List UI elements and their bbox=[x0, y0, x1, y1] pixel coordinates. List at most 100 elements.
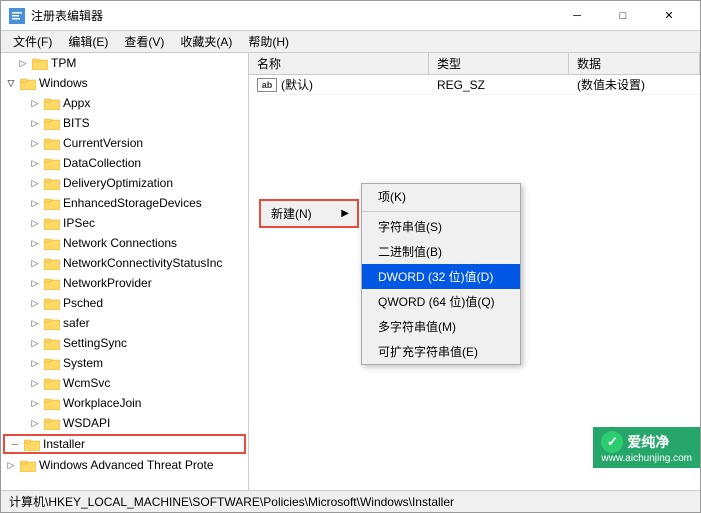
tree-label: BITS bbox=[63, 116, 90, 130]
folder-icon bbox=[44, 396, 60, 410]
tree-item-safer[interactable]: ▷ safer bbox=[1, 313, 248, 333]
submenu-item-dword[interactable]: DWORD (32 位)值(D) bbox=[362, 264, 520, 289]
folder-icon bbox=[20, 458, 36, 472]
folder-icon bbox=[32, 56, 48, 70]
tree-item-enhancedstoragedevices[interactable]: ▷ EnhancedStorageDevices bbox=[1, 193, 248, 213]
window-controls: ─ □ ✕ bbox=[554, 1, 692, 31]
folder-icon bbox=[44, 196, 60, 210]
tree-item-bits[interactable]: ▷ BITS bbox=[1, 113, 248, 133]
tree-item-ipsec[interactable]: ▷ IPSec bbox=[1, 213, 248, 233]
tree-label: Network Connections bbox=[63, 236, 177, 250]
submenu-item-qword[interactable]: QWORD (64 位)值(Q) bbox=[362, 289, 520, 314]
menu-view[interactable]: 查看(V) bbox=[116, 31, 172, 52]
tree-label: Installer bbox=[43, 437, 85, 451]
submenu-item-multistring[interactable]: 多字符串值(M) bbox=[362, 314, 520, 339]
folder-icon bbox=[44, 316, 60, 330]
expand-icon[interactable]: ▷ bbox=[17, 57, 29, 69]
table-row[interactable]: ab (默认) REG_SZ (数值未设置) bbox=[249, 75, 700, 95]
expand-icon[interactable]: ▷ bbox=[29, 337, 41, 349]
tree-label: CurrentVersion bbox=[63, 136, 143, 150]
tree-item-wcmsvc[interactable]: ▷ WcmSvc bbox=[1, 373, 248, 393]
tree-item-networkconnectivitystatusinc[interactable]: ▷ NetworkConnectivityStatusInc bbox=[1, 253, 248, 273]
menu-edit[interactable]: 编辑(E) bbox=[60, 31, 116, 52]
expand-icon[interactable]: ▷ bbox=[29, 117, 41, 129]
tree-label: WorkplaceJoin bbox=[63, 396, 141, 410]
tree-label: DeliveryOptimization bbox=[63, 176, 173, 190]
expand-icon[interactable]: ▷ bbox=[29, 157, 41, 169]
tree-item-wsdapi[interactable]: ▷ WSDAPI bbox=[1, 413, 248, 433]
close-button[interactable]: ✕ bbox=[646, 1, 692, 31]
tree-label: WSDAPI bbox=[63, 416, 110, 430]
submenu-divider bbox=[362, 211, 520, 212]
watermark-logo: ✓ 爱纯净 bbox=[601, 431, 692, 453]
tree-item-windowsadvancedthreatprote[interactable]: ▷ Windows Advanced Threat Prote bbox=[1, 455, 248, 475]
window-title: 注册表编辑器 bbox=[31, 7, 554, 24]
submenu-item-string[interactable]: 字符串值(S) bbox=[362, 214, 520, 239]
expand-icon[interactable]: ▷ bbox=[29, 297, 41, 309]
expand-icon[interactable]: ▷ bbox=[29, 357, 41, 369]
expand-icon[interactable]: ▷ bbox=[29, 137, 41, 149]
tree-item-installer[interactable]: ─ Installer bbox=[3, 434, 246, 454]
folder-icon bbox=[44, 336, 60, 350]
folder-icon bbox=[44, 356, 60, 370]
menu-file[interactable]: 文件(F) bbox=[5, 31, 60, 52]
folder-icon bbox=[44, 156, 60, 170]
cell-name: ab (默认) bbox=[249, 75, 429, 94]
tree-item-appx[interactable]: ▷ Appx bbox=[1, 93, 248, 113]
expand-icon[interactable]: ▷ bbox=[29, 177, 41, 189]
tree-label: WcmSvc bbox=[63, 376, 110, 390]
tree-item-tpm[interactable]: ▷ TPM bbox=[1, 53, 248, 73]
tree-label: DataCollection bbox=[63, 156, 141, 170]
expand-icon[interactable]: ▷ bbox=[29, 257, 41, 269]
folder-icon bbox=[44, 136, 60, 150]
tree-panel[interactable]: ▷ TPM ▽ Windows ▷ Appx bbox=[1, 53, 249, 490]
expand-icon[interactable]: ▷ bbox=[29, 377, 41, 389]
tree-item-workplacejoin[interactable]: ▷ WorkplaceJoin bbox=[1, 393, 248, 413]
tree-item-windows[interactable]: ▽ Windows bbox=[1, 73, 248, 93]
tree-item-system[interactable]: ▷ System bbox=[1, 353, 248, 373]
tree-label: NetworkConnectivityStatusInc bbox=[63, 256, 222, 270]
col-header-name: 名称 bbox=[249, 53, 429, 74]
expand-icon[interactable]: ▷ bbox=[29, 317, 41, 329]
new-button-arrow: ▶ bbox=[341, 208, 349, 219]
menu-favorites[interactable]: 收藏夹(A) bbox=[172, 31, 240, 52]
expand-icon[interactable]: ▽ bbox=[5, 77, 17, 89]
tree-item-networkconnections[interactable]: ▷ Network Connections bbox=[1, 233, 248, 253]
expand-icon[interactable]: ▷ bbox=[29, 417, 41, 429]
expand-icon[interactable]: ▷ bbox=[29, 217, 41, 229]
folder-icon bbox=[44, 96, 60, 110]
folder-icon bbox=[44, 416, 60, 430]
expand-icon[interactable]: ▷ bbox=[5, 459, 17, 471]
expand-icon[interactable]: ▷ bbox=[29, 277, 41, 289]
expand-icon[interactable]: ▷ bbox=[29, 397, 41, 409]
tree-item-currentversion[interactable]: ▷ CurrentVersion bbox=[1, 133, 248, 153]
reg-sz-icon: ab bbox=[257, 78, 277, 92]
folder-icon bbox=[44, 256, 60, 270]
new-button[interactable]: 新建(N) ▶ bbox=[259, 199, 359, 228]
column-headers: 名称 类型 数据 bbox=[249, 53, 700, 75]
submenu-item-key[interactable]: 项(K) bbox=[362, 184, 520, 209]
tree-item-settingsync[interactable]: ▷ SettingSync bbox=[1, 333, 248, 353]
expand-icon[interactable]: ▷ bbox=[29, 237, 41, 249]
tree-item-networkprovider[interactable]: ▷ NetworkProvider bbox=[1, 273, 248, 293]
tree-item-deliveryoptimization[interactable]: ▷ DeliveryOptimization bbox=[1, 173, 248, 193]
folder-icon bbox=[44, 276, 60, 290]
maximize-button[interactable]: □ bbox=[600, 1, 646, 31]
expand-icon[interactable]: ▷ bbox=[29, 97, 41, 109]
submenu-item-expandstring[interactable]: 可扩充字符串值(E) bbox=[362, 339, 520, 364]
submenu-item-binary[interactable]: 二进制值(B) bbox=[362, 239, 520, 264]
new-button-label: 新建(N) bbox=[271, 205, 312, 222]
expand-icon[interactable]: ▷ bbox=[29, 197, 41, 209]
menu-help[interactable]: 帮助(H) bbox=[240, 31, 297, 52]
folder-icon bbox=[20, 76, 36, 90]
tree-item-datacollection[interactable]: ▷ DataCollection bbox=[1, 153, 248, 173]
folder-icon bbox=[24, 437, 40, 451]
status-path: 计算机\HKEY_LOCAL_MACHINE\SOFTWARE\Policies… bbox=[9, 493, 454, 510]
minimize-button[interactable]: ─ bbox=[554, 1, 600, 31]
folder-icon bbox=[44, 296, 60, 310]
expand-icon[interactable]: ─ bbox=[9, 438, 21, 450]
cell-data: (数值未设置) bbox=[569, 75, 700, 94]
folder-icon bbox=[44, 236, 60, 250]
cell-name-value: (默认) bbox=[281, 76, 313, 93]
tree-item-psched[interactable]: ▷ Psched bbox=[1, 293, 248, 313]
